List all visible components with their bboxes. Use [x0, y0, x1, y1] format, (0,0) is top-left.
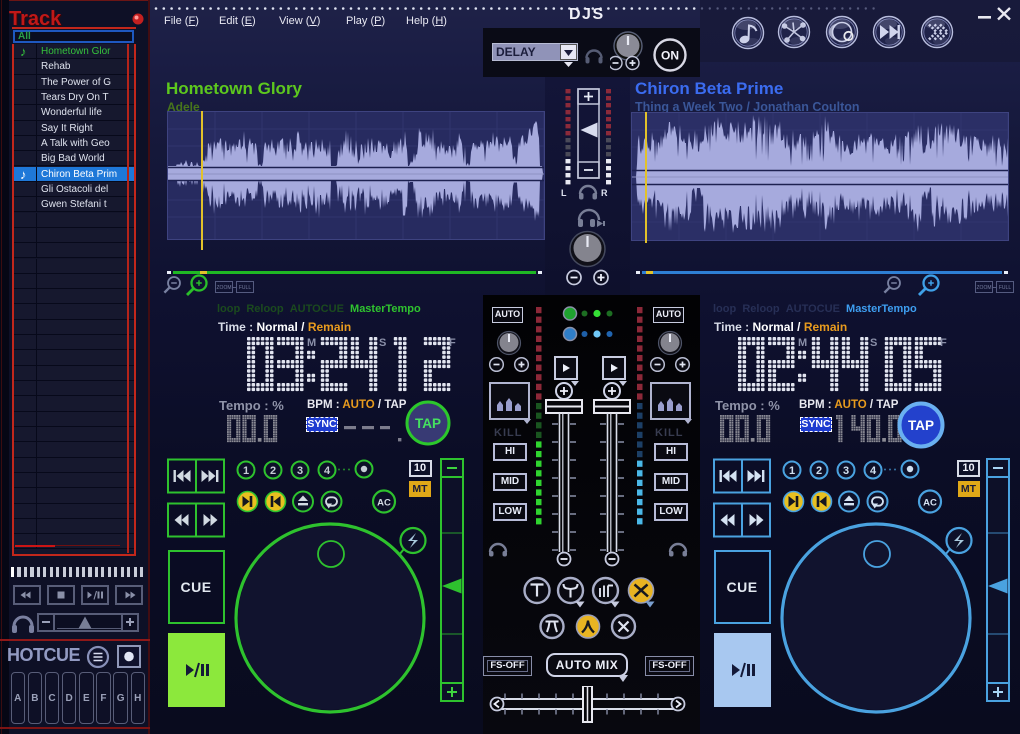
svg-text:2: 2 — [816, 465, 822, 477]
svg-text:4: 4 — [324, 465, 331, 477]
svg-text:2: 2 — [270, 465, 276, 477]
svg-text:4: 4 — [870, 465, 877, 477]
svg-text:1: 1 — [243, 465, 249, 477]
svg-text:1: 1 — [789, 465, 795, 477]
svg-text:AC: AC — [923, 498, 937, 509]
svg-text:3: 3 — [297, 465, 303, 477]
svg-text:AC: AC — [377, 498, 391, 509]
svg-text:3: 3 — [843, 465, 849, 477]
